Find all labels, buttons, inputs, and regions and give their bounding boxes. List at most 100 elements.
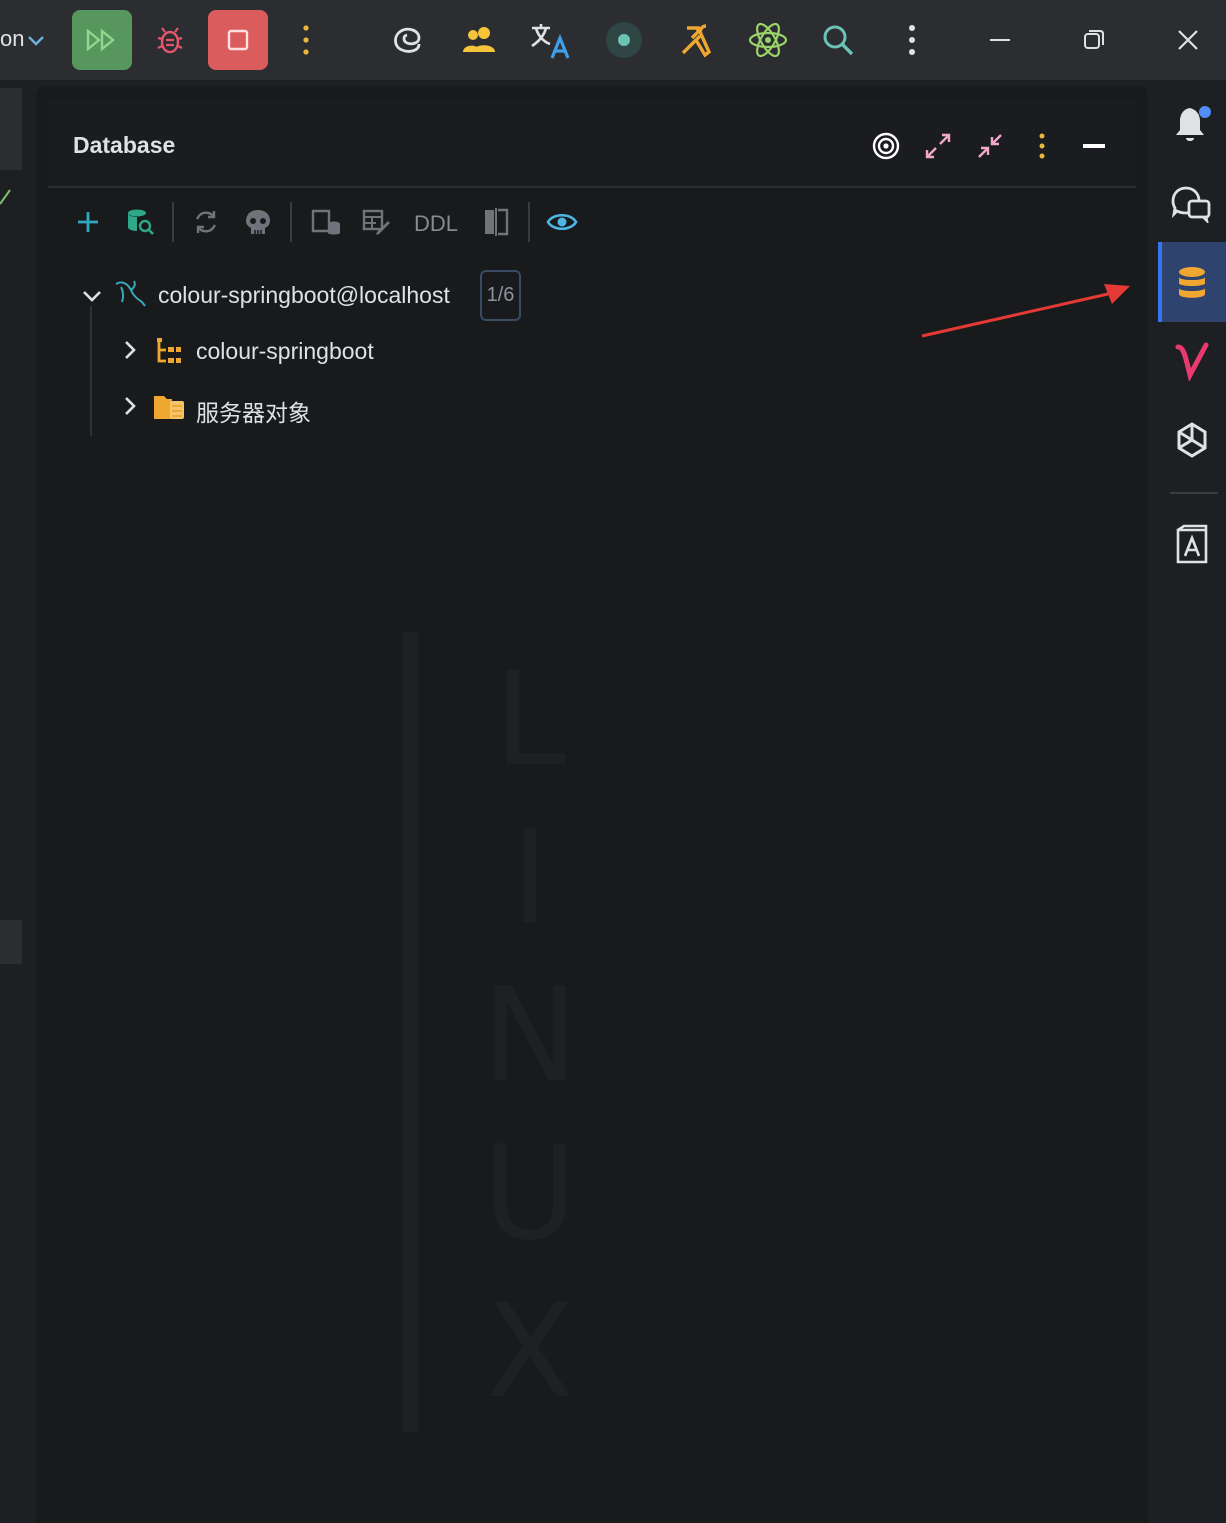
collapse-all-button[interactable] bbox=[970, 126, 1010, 166]
eye-icon bbox=[546, 213, 578, 231]
sql-script-button[interactable] bbox=[306, 202, 346, 242]
panel-options-button[interactable] bbox=[1022, 126, 1062, 166]
watermark-letter: N bbox=[481, 959, 579, 1111]
watermark-letter: L bbox=[493, 643, 567, 795]
collaboration-button[interactable] bbox=[450, 10, 510, 70]
editor-area-edge bbox=[0, 80, 36, 1523]
more-vertical-icon bbox=[909, 25, 915, 55]
editor-tab-edge[interactable] bbox=[0, 88, 22, 170]
dictionary-icon bbox=[1176, 524, 1208, 564]
atom-plugin-button[interactable] bbox=[738, 10, 798, 70]
debug-button[interactable] bbox=[140, 10, 200, 70]
database-panel-header: Database bbox=[48, 100, 1136, 188]
openai-icon bbox=[1177, 422, 1207, 458]
mysql-icon bbox=[112, 278, 148, 315]
translate-icon bbox=[531, 24, 570, 59]
collapse-chevron-icon[interactable] bbox=[80, 284, 104, 313]
translate-button[interactable] bbox=[520, 10, 580, 70]
watermark-letter: X bbox=[485, 1275, 575, 1427]
toolbar-divider bbox=[528, 202, 530, 242]
search-icon bbox=[823, 25, 854, 56]
build-tools-button[interactable] bbox=[666, 10, 726, 70]
schema-count-badge[interactable]: 1/6 bbox=[480, 270, 521, 321]
database-tool-button[interactable] bbox=[1158, 244, 1226, 322]
disconnect-button[interactable] bbox=[238, 202, 278, 242]
annotation-arrow bbox=[921, 284, 1130, 338]
connection-label[interactable]: colour-springboot@localhost bbox=[158, 282, 450, 309]
expand-all-button[interactable] bbox=[918, 126, 958, 166]
toolbar-divider bbox=[290, 202, 292, 242]
more-vertical-icon bbox=[1039, 133, 1045, 159]
bell-icon bbox=[1176, 106, 1211, 141]
record-button[interactable] bbox=[594, 10, 654, 70]
v-logo-icon bbox=[1175, 342, 1209, 381]
run-icon bbox=[86, 28, 115, 52]
window-minimize-button[interactable] bbox=[970, 10, 1030, 70]
title-bar: on bbox=[0, 0, 1226, 80]
dictionary-plugin-button[interactable] bbox=[1158, 506, 1226, 584]
window-close-button[interactable] bbox=[1158, 10, 1218, 70]
toolbar-divider bbox=[172, 202, 174, 242]
wallpaper-watermark: L I N U X bbox=[470, 640, 590, 1430]
window-restore-button[interactable] bbox=[1064, 10, 1124, 70]
check-mark-icon bbox=[0, 189, 11, 205]
ddl-button[interactable]: DDL bbox=[414, 211, 458, 237]
expand-chevron-icon[interactable] bbox=[118, 338, 142, 367]
restore-icon bbox=[1084, 30, 1104, 49]
chevron-down-icon[interactable] bbox=[26, 30, 46, 55]
ai-chat-button[interactable] bbox=[1158, 164, 1226, 242]
add-icon bbox=[78, 212, 98, 232]
compare-button[interactable] bbox=[476, 202, 516, 242]
notifications-button[interactable] bbox=[1158, 86, 1226, 164]
schema-icon bbox=[154, 336, 184, 371]
table-editor-button[interactable] bbox=[356, 202, 396, 242]
v-plugin-button[interactable] bbox=[1158, 322, 1226, 400]
skull-icon bbox=[246, 210, 270, 234]
run-button[interactable] bbox=[72, 10, 132, 70]
table-edit-icon bbox=[362, 209, 390, 235]
database-icon bbox=[1179, 267, 1205, 298]
db-search-icon bbox=[128, 209, 154, 235]
chat-icon bbox=[1171, 186, 1211, 223]
view-options-button[interactable] bbox=[542, 202, 582, 242]
swirl-icon bbox=[394, 27, 421, 53]
locate-button[interactable] bbox=[866, 126, 906, 166]
swirl-plugin-button[interactable] bbox=[378, 10, 438, 70]
minimize-panel-icon bbox=[1083, 144, 1105, 148]
hide-panel-button[interactable] bbox=[1074, 126, 1114, 166]
main-menu-button[interactable] bbox=[882, 10, 942, 70]
add-datasource-button[interactable] bbox=[68, 202, 108, 242]
tree-item-server-objects[interactable]: 服务器对象 bbox=[196, 394, 311, 428]
record-icon bbox=[606, 22, 642, 58]
build-icon bbox=[681, 24, 712, 58]
refresh-icon bbox=[196, 211, 216, 233]
watermark-letter: U bbox=[482, 1117, 578, 1269]
target-icon bbox=[872, 132, 900, 160]
editor-line-highlight bbox=[0, 920, 22, 964]
refresh-button[interactable] bbox=[186, 202, 226, 242]
compare-icon bbox=[485, 208, 509, 236]
search-everywhere-button[interactable] bbox=[808, 10, 868, 70]
minimize-icon bbox=[990, 39, 1010, 41]
more-vertical-icon bbox=[303, 25, 309, 55]
folder-icon bbox=[152, 392, 186, 427]
run-configuration-label[interactable]: on bbox=[0, 26, 24, 52]
more-run-options-button[interactable] bbox=[276, 10, 336, 70]
openai-plugin-button[interactable] bbox=[1158, 402, 1226, 480]
collapse-icon bbox=[978, 134, 1002, 158]
close-icon bbox=[1178, 30, 1198, 50]
tool-strip-divider bbox=[1170, 492, 1218, 494]
datasource-properties-button[interactable] bbox=[120, 202, 160, 242]
atom-icon bbox=[748, 22, 788, 58]
tree-item-schema[interactable]: colour-springboot bbox=[196, 338, 374, 365]
panel-title: Database bbox=[73, 132, 176, 158]
tree-guide-line bbox=[90, 306, 92, 436]
db-script-icon bbox=[311, 209, 340, 235]
expand-chevron-icon[interactable] bbox=[118, 394, 142, 423]
debug-icon bbox=[157, 27, 183, 54]
stop-button[interactable] bbox=[208, 10, 268, 70]
watermark-letter: I bbox=[510, 801, 550, 953]
stop-icon bbox=[227, 29, 249, 51]
expand-icon bbox=[925, 133, 951, 159]
wallpaper-stripe bbox=[402, 632, 418, 1432]
